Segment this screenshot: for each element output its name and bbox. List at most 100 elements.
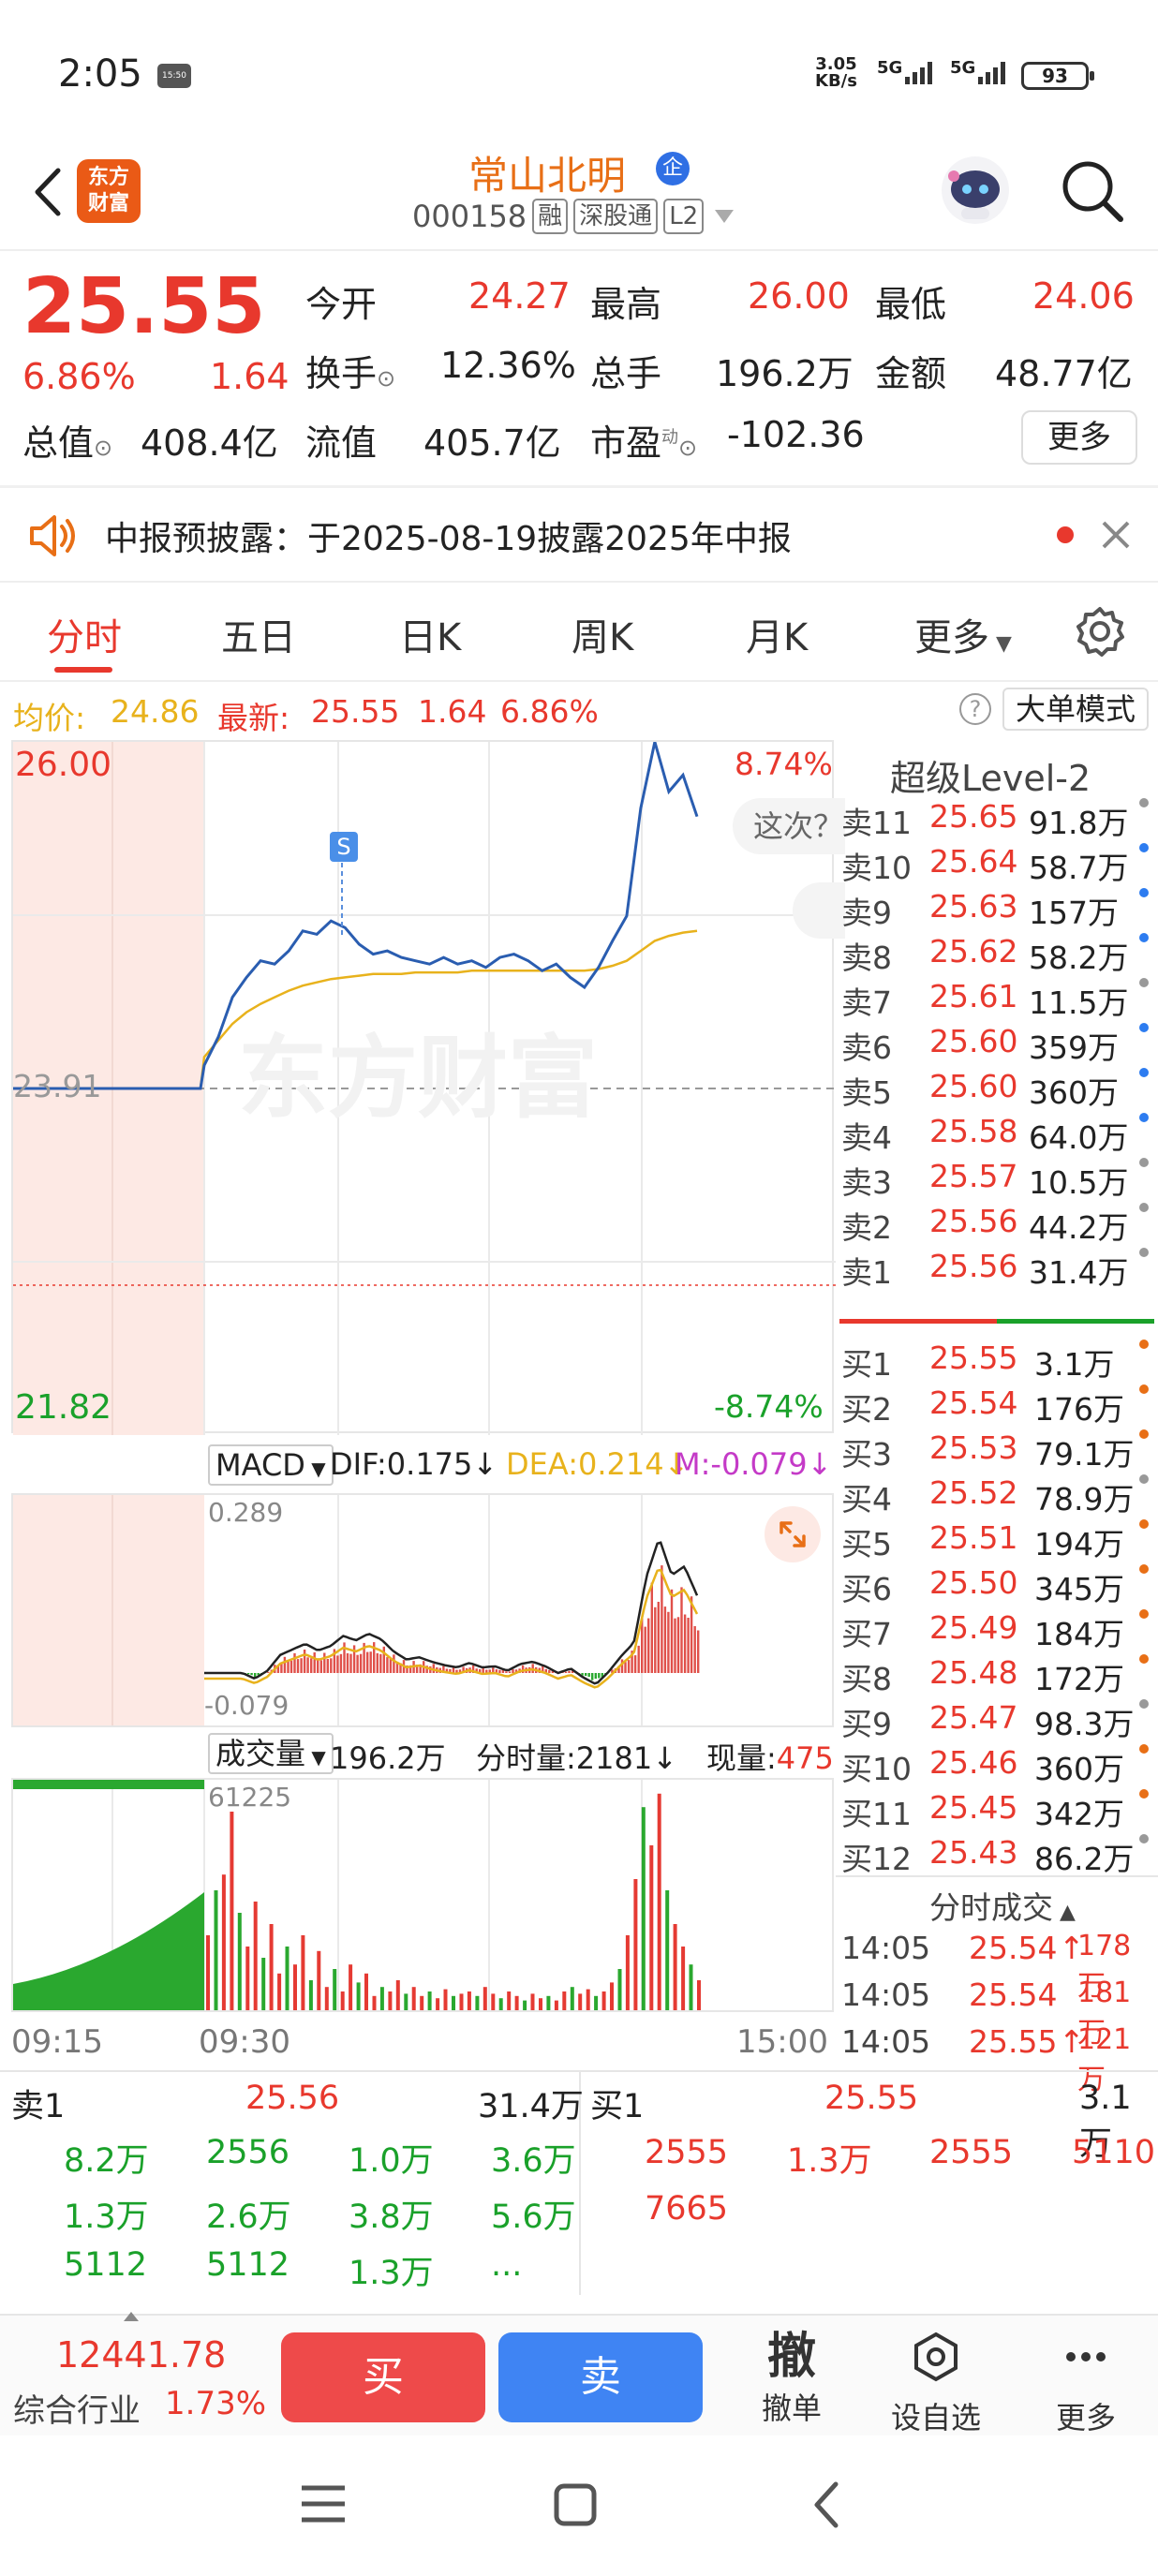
latest-value: 25.55 xyxy=(311,693,400,730)
assistant-robot-icon[interactable] xyxy=(933,148,1017,232)
macd-bar xyxy=(313,1652,316,1673)
info-icon[interactable]: ⊙ xyxy=(377,365,395,392)
help-icon[interactable]: ? xyxy=(959,693,991,725)
ask-row[interactable]: 卖8 25.62 58.2万 xyxy=(836,933,1158,978)
back-icon[interactable] xyxy=(808,2479,845,2531)
bid-row[interactable]: 买12 25.43 86.2万 xyxy=(836,1834,1158,1879)
volume-bar xyxy=(317,1950,321,2010)
sell-queue-order: 1.3万 xyxy=(349,2255,434,2292)
volume-bar xyxy=(308,1980,313,2010)
info-icon[interactable]: ⊙ xyxy=(94,435,112,461)
bid-row[interactable]: 买2 25.54 176万 xyxy=(836,1384,1158,1429)
tab-more[interactable]: 更多 ▼ xyxy=(914,607,1012,661)
tag-l2: L2 xyxy=(663,199,705,234)
bid-row[interactable]: 买4 25.52 78.9万 xyxy=(836,1474,1158,1519)
more-button[interactable]: 更多 xyxy=(1021,410,1137,465)
bid-dot xyxy=(1139,1384,1149,1394)
volume-bar xyxy=(467,1991,471,2010)
volume-bar xyxy=(475,1995,480,2010)
sell-queue-order: 8.2万 xyxy=(64,2142,149,2180)
ask-row[interactable]: 卖9 25.63 157万 xyxy=(836,888,1158,933)
bid-row[interactable]: 买1 25.55 3.1万 xyxy=(836,1340,1158,1384)
macd-bar xyxy=(644,1626,646,1673)
macd-bar xyxy=(393,1654,395,1673)
ask-row[interactable]: 卖1 25.56 31.4万 xyxy=(836,1248,1158,1293)
pe-label: 市盈动⊙ xyxy=(590,422,698,464)
volume-bar xyxy=(427,1991,432,2010)
volume-bar xyxy=(214,1890,218,2010)
ask-row[interactable]: 卖5 25.60 360万 xyxy=(836,1068,1158,1113)
news-popup[interactable]: 这次？ xyxy=(733,798,845,854)
intraday-price-chart[interactable]: 东方财富 S 26.00 8.74% 23.91 21.82 -8.74% 这次… xyxy=(11,740,845,1435)
ask-row[interactable]: 卖3 25.57 10.5万 xyxy=(836,1158,1158,1203)
tab-five-day[interactable]: 五日 xyxy=(221,607,296,661)
tab-daily-k[interactable]: 日K xyxy=(399,607,461,661)
bid-row[interactable]: 买11 25.45 342万 xyxy=(836,1789,1158,1834)
volume-panel[interactable]: 成交量 ▼ 196.2万 分时量:2181↓ 现量:475 61225 09:1… xyxy=(11,1729,834,2070)
index-value[interactable]: 12441.78 xyxy=(56,2334,226,2376)
info-icon[interactable]: ⊙ xyxy=(678,435,697,461)
search-icon[interactable] xyxy=(1055,154,1130,229)
tab-monthly-k[interactable]: 月K xyxy=(746,607,808,661)
bid-row[interactable]: 买8 25.48 172万 xyxy=(836,1654,1158,1699)
settings-gear-icon[interactable] xyxy=(1074,605,1126,658)
ask-row[interactable]: 卖10 25.64 58.7万 xyxy=(836,843,1158,888)
bid-row[interactable]: 买9 25.47 98.3万 xyxy=(836,1699,1158,1744)
ask-row[interactable]: 卖6 25.60 359万 xyxy=(836,1023,1158,1068)
macd-panel[interactable]: MACD ▼ DIF:0.175↓ DEA:0.214↓ M:-0.079↓ 0… xyxy=(11,1437,834,1727)
open-label: 今开 xyxy=(305,284,378,325)
notice-bar[interactable]: 中报预披露：于2025-08-19披露2025年中报 xyxy=(0,487,1158,581)
macd-bar xyxy=(290,1660,293,1673)
bid-row[interactable]: 买3 25.53 79.1万 xyxy=(836,1429,1158,1474)
home-icon[interactable] xyxy=(551,2480,600,2529)
low-value: 24.06 xyxy=(1032,275,1135,317)
add-watchlist-button[interactable]: 设自选 xyxy=(884,2329,987,2437)
buy-button[interactable]: 买 xyxy=(281,2332,485,2422)
macd-bar xyxy=(624,1662,627,1673)
ticks-title[interactable]: 分时成交 ▲ xyxy=(929,1883,1076,1928)
cancel-order-button[interactable]: 撤 撤单 xyxy=(740,2329,843,2428)
big-order-mode-button[interactable]: 大单模式 xyxy=(1002,688,1149,731)
bid-row[interactable]: 买10 25.46 360万 xyxy=(836,1744,1158,1789)
ask-price: 25.61 xyxy=(929,978,1018,1014)
expand-icon[interactable] xyxy=(765,1506,821,1562)
volume-bar xyxy=(539,1998,542,2010)
close-icon[interactable] xyxy=(1100,519,1132,551)
macd-bar xyxy=(310,1658,313,1673)
bid-row[interactable]: 买5 25.51 194万 xyxy=(836,1519,1158,1564)
tab-intraday[interactable]: 分时 xyxy=(47,607,122,661)
volume-total: 196.2万 xyxy=(330,1740,446,1776)
ask-row[interactable]: 卖4 25.58 64.0万 xyxy=(836,1113,1158,1158)
bid-dot xyxy=(1139,1699,1149,1709)
expand-index-icon[interactable] xyxy=(124,2312,139,2321)
signal-label-1: 5G xyxy=(877,58,903,78)
price-legend-row: 均价: 24.86 最新: 25.55 1.64 6.86% ? 大单模式 xyxy=(0,682,1158,740)
ask-price: 25.60 xyxy=(929,1068,1018,1104)
macd-selector[interactable]: MACD ▼ xyxy=(208,1444,334,1486)
volume-selector[interactable]: 成交量 ▼ xyxy=(208,1733,334,1774)
volume-bar xyxy=(625,1935,630,2010)
level2-order-book[interactable]: 超级Level-2 卖11 25.65 91.8万 卖10 25.64 58.7万 卖9 25… xyxy=(836,740,1158,2096)
app-logo: 东方 财富 xyxy=(77,159,141,223)
back-arrow-icon[interactable] xyxy=(26,159,73,225)
ask-volume: 11.5万 xyxy=(1029,985,1129,1021)
stock-code-row[interactable]: 000158 融 深股通 L2 xyxy=(412,199,735,234)
macd-bar xyxy=(359,1653,363,1673)
menu-icon[interactable] xyxy=(298,2482,349,2525)
more-actions-button[interactable]: 更多 xyxy=(1034,2329,1137,2437)
volume-bar xyxy=(578,1993,583,2010)
bid-row[interactable]: 买7 25.49 184万 xyxy=(836,1609,1158,1654)
sell-button[interactable]: 卖 xyxy=(498,2332,703,2422)
ask-row[interactable]: 卖11 25.65 91.8万 xyxy=(836,798,1158,843)
bid-row[interactable]: 买6 25.50 345万 xyxy=(836,1564,1158,1609)
bid-level: 买8 xyxy=(841,1661,892,1697)
tab-weekly-k[interactable]: 周K xyxy=(572,607,633,661)
action-bar: 12441.78 综合行业 1.73% 买 卖 撤 撤单 设自选 更多 xyxy=(0,2312,1158,2437)
sell-signal-marker[interactable]: S xyxy=(330,832,358,862)
dropdown-icon[interactable] xyxy=(715,210,735,223)
sell-queue-order: 5.6万 xyxy=(491,2198,576,2236)
ask-row[interactable]: 卖7 25.61 11.5万 xyxy=(836,978,1158,1023)
ask-row[interactable]: 卖2 25.56 44.2万 xyxy=(836,1203,1158,1248)
bid-dot xyxy=(1139,1474,1149,1484)
notice-text: 中报预披露：于2025-08-19披露2025年中报 xyxy=(105,520,792,558)
